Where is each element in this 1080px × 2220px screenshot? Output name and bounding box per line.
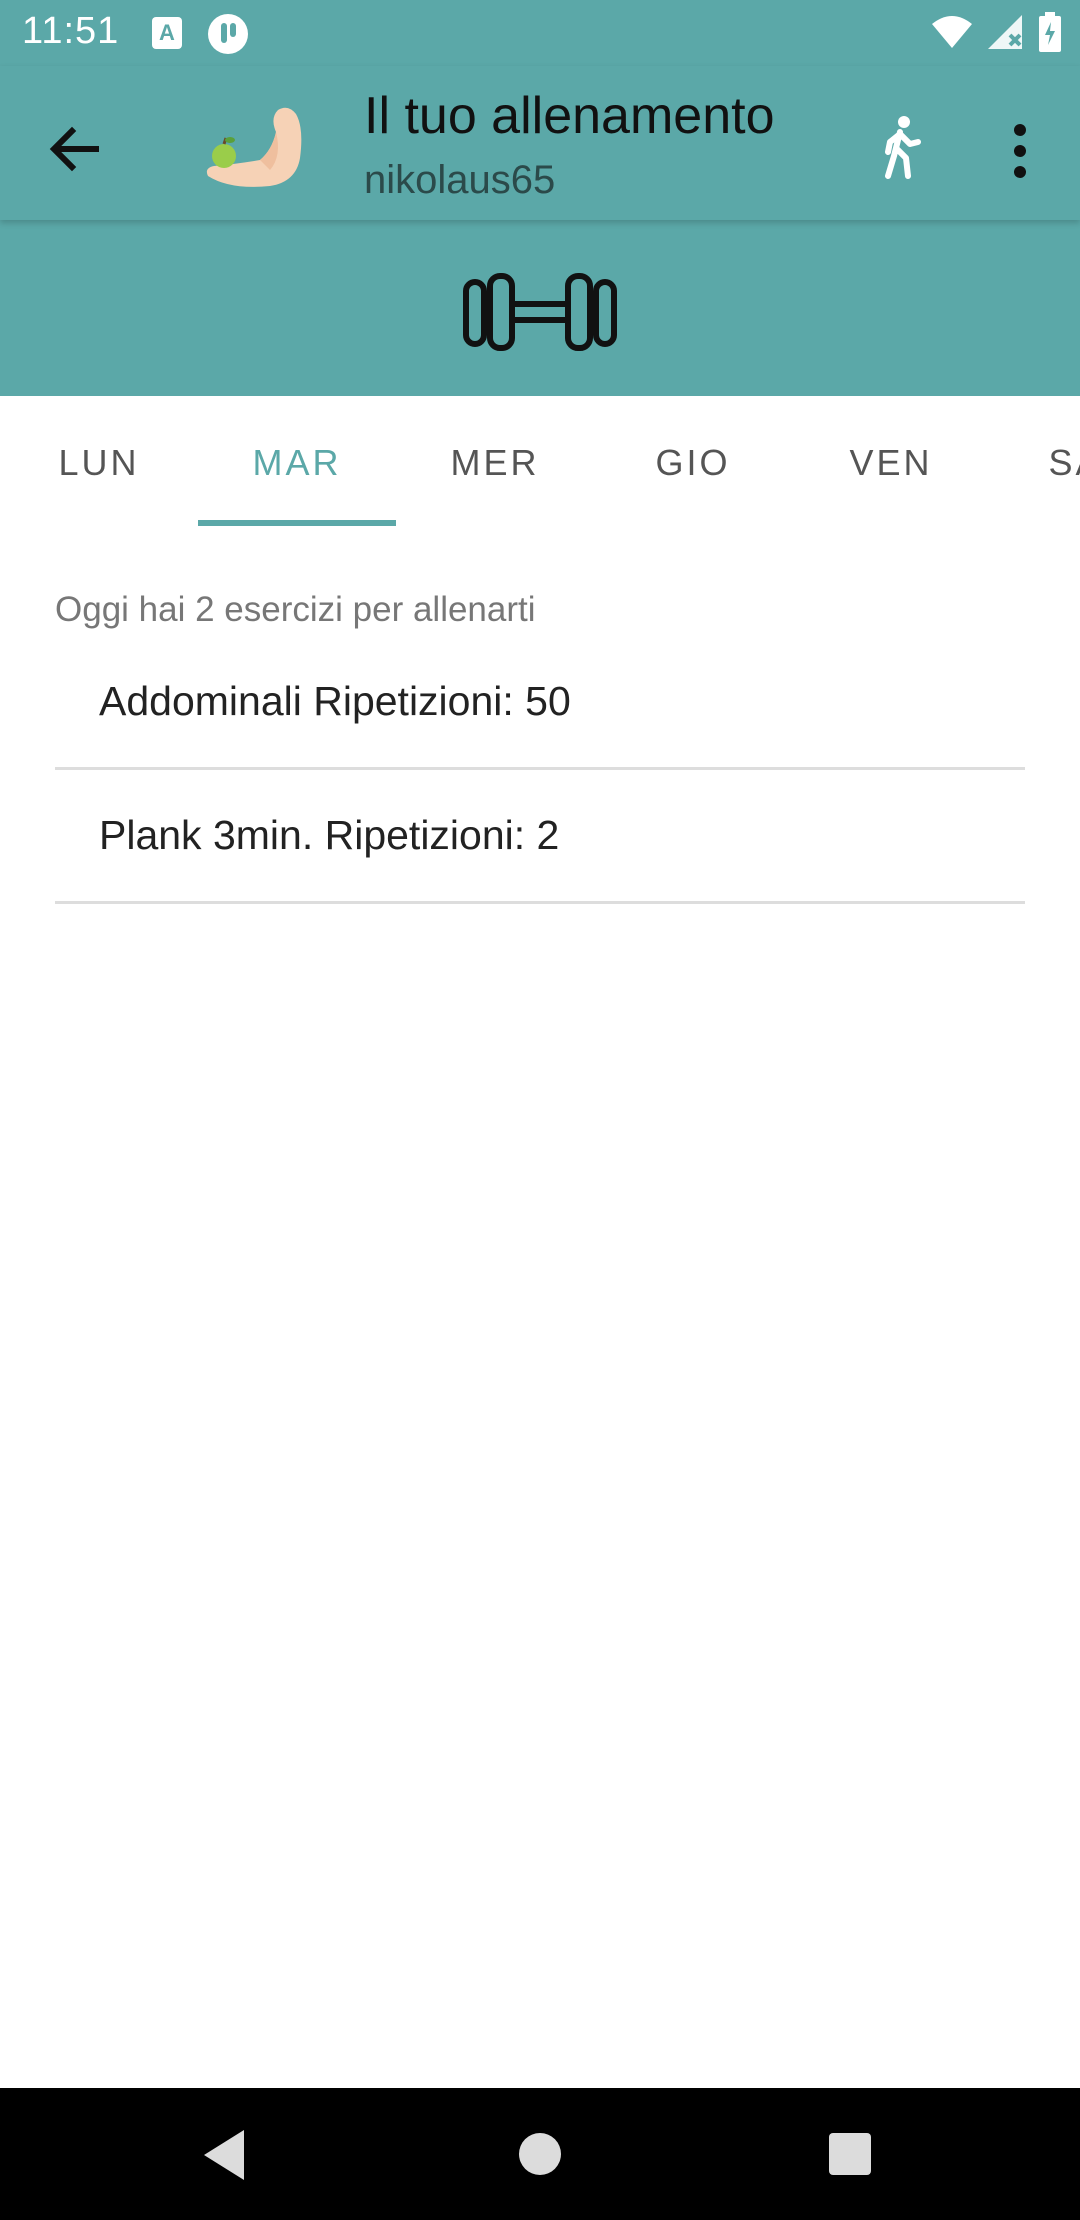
nav-back-icon[interactable] — [200, 2128, 250, 2182]
tab-ven[interactable]: VEN — [792, 396, 990, 530]
app-bar: Il tuo allenamento nikolaus65 — [0, 66, 1080, 220]
status-time: 11:51 — [22, 10, 120, 52]
tab-mar[interactable]: MAR — [198, 396, 396, 530]
nav-home-icon[interactable] — [519, 2133, 561, 2175]
more-options-icon[interactable] — [990, 116, 1050, 186]
tab-sab[interactable]: SAB — [990, 396, 1080, 530]
exercise-list: Addominali Ripetizioni: 50 Plank 3min. R… — [55, 636, 1025, 904]
tab-lun[interactable]: LUN — [0, 396, 198, 530]
back-arrow-icon[interactable] — [40, 114, 110, 184]
app-notification-icon — [208, 14, 248, 54]
wifi-icon — [932, 16, 972, 48]
username-subtitle: nikolaus65 — [364, 158, 556, 202]
exercise-item[interactable]: Plank 3min. Ripetizioni: 2 — [55, 770, 1025, 904]
tab-mer[interactable]: MER — [396, 396, 594, 530]
exercise-item[interactable]: Addominali Ripetizioni: 50 — [55, 636, 1025, 770]
day-tabs: LUN MAR MER GIO VEN SAB — [0, 396, 1080, 530]
header-banner — [0, 220, 1080, 396]
dumbbell-icon — [463, 273, 617, 351]
page-title: Il tuo allenamento — [364, 87, 775, 145]
signal-icon — [988, 15, 1022, 49]
tab-gio[interactable]: GIO — [594, 396, 792, 530]
system-navigation-bar — [0, 2088, 1080, 2220]
status-bar: 11:51 A — [0, 0, 1080, 66]
tab-indicator — [198, 520, 396, 526]
exercise-summary: Oggi hai 2 esercizi per allenarti — [55, 590, 536, 629]
translate-notification-icon: A — [152, 17, 182, 49]
nav-recents-icon[interactable] — [829, 2133, 871, 2175]
arm-apple-logo-icon — [206, 107, 302, 187]
battery-icon — [1039, 12, 1061, 52]
status-icons — [930, 12, 1062, 52]
walking-person-icon[interactable] — [866, 112, 936, 182]
